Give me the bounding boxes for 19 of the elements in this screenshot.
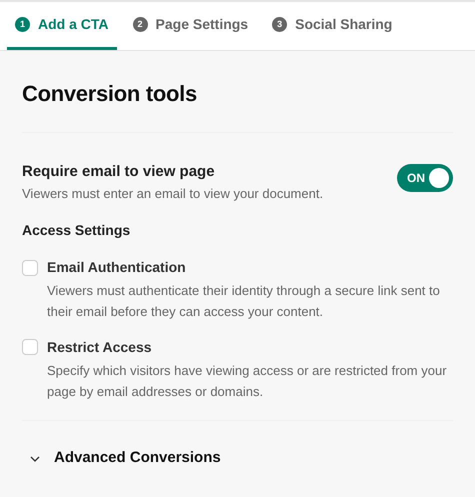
step-number-icon: 1 — [15, 17, 30, 32]
section-heading: Access Settings — [22, 221, 132, 240]
option-label: Email Authentication — [47, 258, 186, 278]
tab[interactable]: 3 Social Sharing — [264, 2, 400, 50]
option-label: Restrict Access — [47, 338, 152, 357]
option-description: Specify which visitors have viewing access or are restricted from your page by email addresses or domains. — [46, 362, 448, 401]
section-title: Conversion tools — [22, 80, 198, 108]
setting-description: Viewers must enter an email to view your document. — [22, 184, 324, 203]
checkbox[interactable] — [22, 260, 38, 276]
step-number-icon: 2 — [132, 17, 148, 32]
toggle-switch[interactable]: ON — [397, 164, 453, 192]
chevron-icon[interactable] — [30, 456, 40, 462]
step-number-icon: 3 — [272, 17, 288, 32]
option-description: Viewers must authenticate their identity through a secure link sent to their email before they can access your content. — [46, 282, 441, 322]
tab[interactable]: 1 Add a CTA — [7, 2, 117, 50]
checkbox[interactable] — [22, 339, 38, 356]
expander-label[interactable]: Advanced Conversions — [54, 447, 221, 470]
tab[interactable]: 2 Page Settings — [124, 2, 256, 50]
setting-label: Require email to view page — [22, 162, 216, 182]
